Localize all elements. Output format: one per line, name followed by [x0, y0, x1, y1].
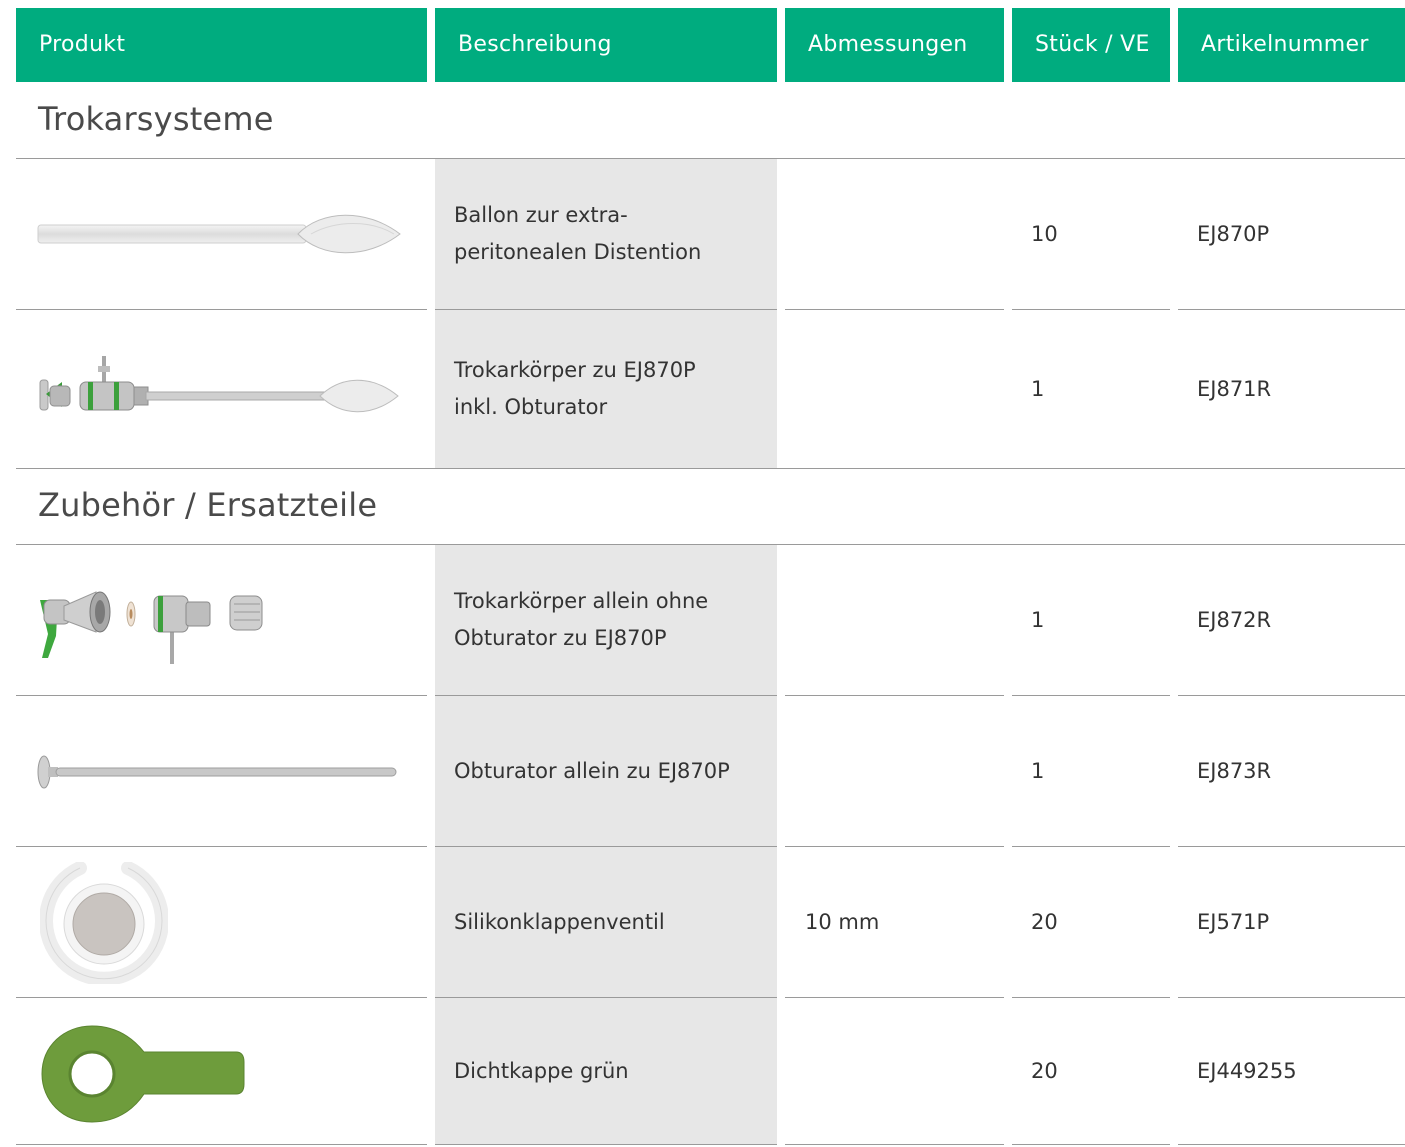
row-description: Ballon zur extra- peritonealen Distentio… — [454, 203, 702, 264]
row-divider — [1012, 1144, 1170, 1145]
row-divider — [785, 1144, 1004, 1145]
row-divider — [16, 997, 427, 998]
header-description-label: Beschreibung — [458, 32, 612, 57]
trocar-body-icon — [39, 356, 399, 413]
green-seal-cap-icon — [41, 1025, 245, 1123]
header-article: Artikelnummer — [1178, 8, 1405, 82]
row-units: 1 — [1031, 607, 1045, 632]
row-divider — [435, 1144, 777, 1145]
row-article: EJ872R — [1197, 607, 1272, 632]
obturator-icon — [37, 755, 397, 789]
row-units: 20 — [1031, 909, 1058, 934]
row-units: 1 — [1031, 376, 1045, 401]
header-units: Stück / VE — [1012, 8, 1170, 82]
header-article-label: Artikelnummer — [1201, 32, 1369, 57]
row-divider — [16, 468, 1405, 469]
section-title: Zubehör / Ersatzteile — [38, 486, 378, 524]
section-title: Trokarsysteme — [38, 100, 274, 138]
header-dimensions-label: Abmessungen — [808, 32, 968, 57]
silicone-valve-icon — [40, 862, 168, 984]
header-units-label: Stück / VE — [1035, 32, 1150, 57]
row-units: 20 — [1031, 1058, 1058, 1083]
row-dimensions: 10 mm — [805, 909, 880, 934]
row-units: 1 — [1031, 758, 1045, 783]
row-description: Obturator allein zu EJ870P — [454, 758, 730, 783]
row-article: EJ870P — [1197, 221, 1270, 246]
header-description: Beschreibung — [435, 8, 777, 82]
balloon-trocar-icon — [37, 214, 401, 254]
header-product: Produkt — [16, 8, 427, 82]
trocar-parts-icon — [40, 591, 263, 664]
row-divider — [16, 846, 427, 847]
row-units: 10 — [1031, 221, 1058, 246]
row-divider — [785, 695, 1004, 696]
row-article: EJ873R — [1197, 758, 1272, 783]
row-divider — [16, 695, 427, 696]
row-divider — [1178, 1144, 1405, 1145]
row-description: Dichtkappe grün — [454, 1058, 629, 1083]
row-divider — [16, 1144, 427, 1145]
row-description: Silikonklappenventil — [454, 909, 665, 934]
row-divider — [785, 309, 1004, 310]
row-article: EJ571P — [1197, 909, 1270, 934]
header-product-label: Produkt — [39, 32, 126, 57]
row-article: EJ871R — [1197, 376, 1272, 401]
row-article: EJ449255 — [1197, 1058, 1297, 1083]
row-description: Trokarkörper allein ohne Obturator zu EJ… — [454, 589, 709, 650]
row-divider — [785, 997, 1004, 998]
row-divider — [16, 309, 427, 310]
product-table-page: Produkt Beschreibung Abmessungen Stück /… — [0, 0, 1405, 1147]
header-dimensions: Abmessungen — [785, 8, 1004, 82]
row-description: Trokarkörper zu EJ870P inkl. Obturator — [454, 358, 696, 419]
